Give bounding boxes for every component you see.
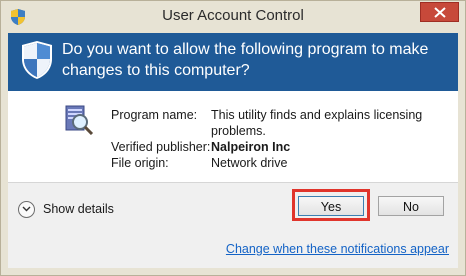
yes-button[interactable]: Yes [298, 196, 364, 216]
notifications-settings-link[interactable]: Change when these notifications appear [226, 242, 449, 256]
show-details-label: Show details [43, 202, 114, 216]
no-button[interactable]: No [378, 196, 444, 216]
close-button[interactable] [420, 2, 459, 22]
origin-value: Network drive [211, 156, 288, 170]
close-icon [434, 7, 446, 18]
question-text: Do you want to allow the following progr… [62, 41, 429, 79]
origin-label: File origin: [111, 156, 169, 170]
uac-shield-icon [22, 41, 52, 79]
publisher-value: Nalpeiron Inc [211, 140, 291, 154]
program-icon [65, 105, 94, 135]
publisher-label: Verified publisher: [111, 140, 211, 154]
uac-dialog: User Account Control Do you want to allo… [0, 0, 466, 276]
window-title: User Account Control [162, 7, 304, 24]
dialog-footer: Show details Yes No Change when these no… [8, 182, 458, 268]
question-banner: Do you want to allow the following progr… [8, 33, 458, 91]
program-name-label: Program name: [111, 108, 198, 122]
title-bar[interactable]: User Account Control [1, 1, 465, 33]
program-details: Program name: This utility finds and exp… [8, 91, 458, 182]
program-name-value: This utility finds and explains licensin… [211, 108, 423, 138]
chevron-down-icon [18, 201, 35, 218]
